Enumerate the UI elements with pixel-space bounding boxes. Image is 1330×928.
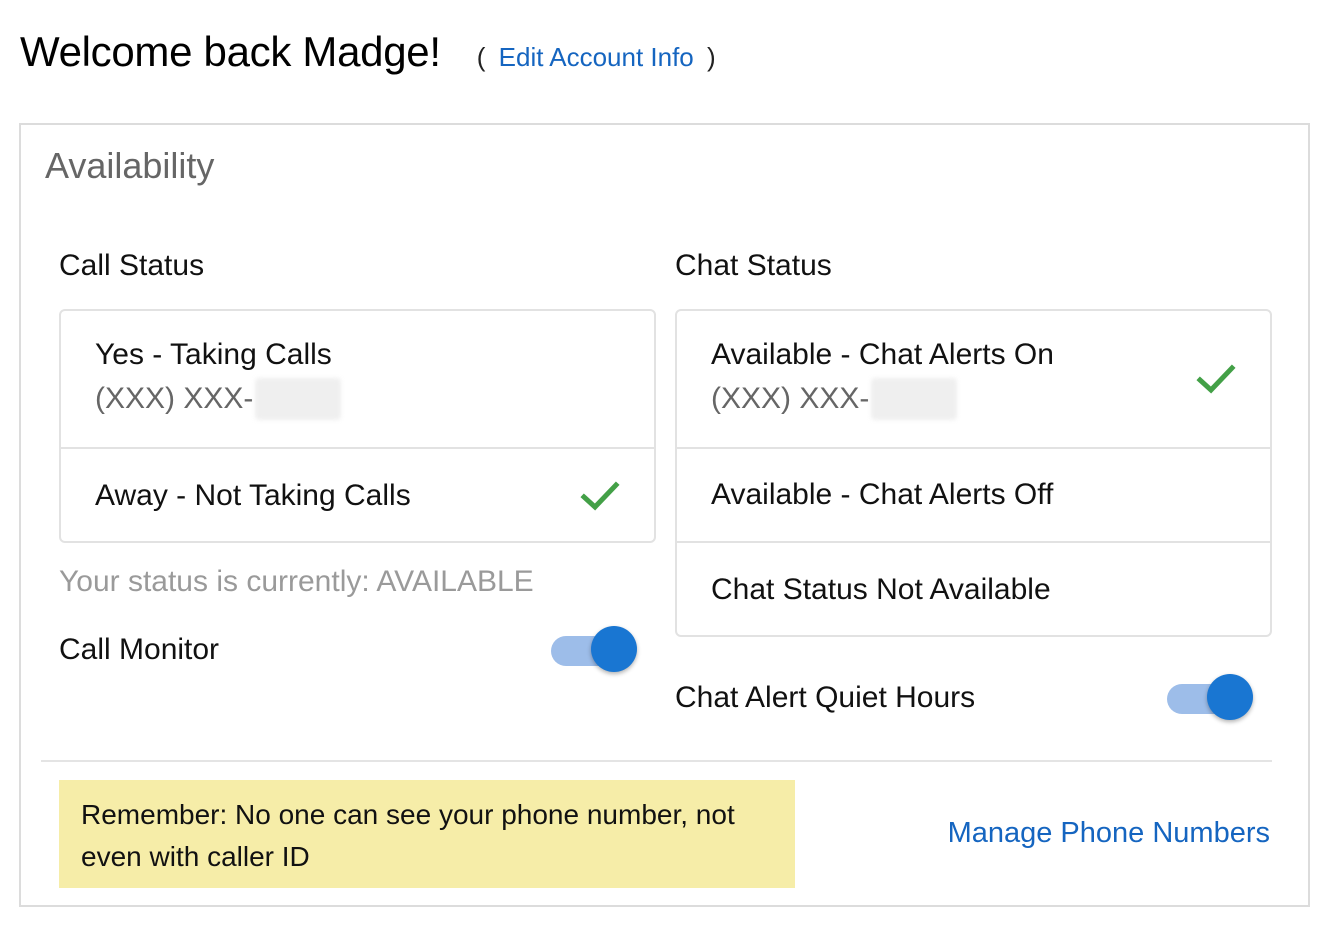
manage-phone-numbers-link[interactable]: Manage Phone Numbers xyxy=(948,817,1270,850)
chat-option-alerts-off[interactable]: Available - Chat Alerts Off xyxy=(677,449,1270,543)
call-status-title: Call Status xyxy=(59,249,205,282)
toggle-knob xyxy=(591,626,637,672)
redacted-number xyxy=(255,378,342,420)
call-option-away[interactable]: Away - Not Taking Calls xyxy=(61,449,654,541)
option-label: Available - Chat Alerts Off xyxy=(711,478,1054,511)
welcome-title: Welcome back Madge! xyxy=(20,28,441,75)
availability-panel: Availability Call Status Chat Status Yes… xyxy=(19,123,1310,907)
phone-prefix: (XXX) XXX- xyxy=(711,382,870,415)
call-status-options: Yes - Taking Calls (XXX) XXX- Away - Not… xyxy=(59,309,656,543)
call-monitor-toggle[interactable] xyxy=(549,626,637,674)
current-status-text: Your status is currently: AVAILABLE xyxy=(59,565,534,598)
chat-status-options: Available - Chat Alerts On (XXX) XXX- Av… xyxy=(675,309,1272,637)
chat-quiet-hours-label: Chat Alert Quiet Hours xyxy=(675,681,976,714)
edit-account-wrap: ( Edit Account Info ) xyxy=(477,42,716,73)
option-phone: (XXX) XXX- xyxy=(711,378,1270,420)
privacy-notice: Remember: No one can see your phone numb… xyxy=(59,780,795,888)
option-label: Away - Not Taking Calls xyxy=(95,479,411,512)
chat-status-title: Chat Status xyxy=(675,249,832,282)
check-icon xyxy=(580,481,620,511)
divider xyxy=(41,760,1272,762)
toggle-knob xyxy=(1207,674,1253,720)
redacted-number xyxy=(871,378,958,420)
option-label: Available - Chat Alerts On xyxy=(711,338,1054,371)
paren-open: ( xyxy=(476,42,486,72)
phone-prefix: (XXX) XXX- xyxy=(95,382,254,415)
check-icon xyxy=(1196,364,1236,394)
panel-title: Availability xyxy=(45,145,215,186)
option-phone: (XXX) XXX- xyxy=(95,378,654,420)
option-label: Chat Status Not Available xyxy=(711,573,1051,606)
welcome-header: Welcome back Madge! ( Edit Account Info … xyxy=(20,28,716,76)
paren-close: ) xyxy=(707,42,716,72)
edit-account-info-link[interactable]: Edit Account Info xyxy=(499,42,694,72)
chat-quiet-hours-toggle[interactable] xyxy=(1165,674,1253,722)
option-label: Yes - Taking Calls xyxy=(95,338,332,371)
chat-option-alerts-on[interactable]: Available - Chat Alerts On (XXX) XXX- xyxy=(677,311,1270,449)
call-option-taking-calls[interactable]: Yes - Taking Calls (XXX) XXX- xyxy=(61,311,654,449)
chat-quiet-hours-row: Chat Alert Quiet Hours xyxy=(675,673,1253,723)
call-monitor-label: Call Monitor xyxy=(59,633,220,666)
call-monitor-row: Call Monitor xyxy=(59,625,637,675)
chat-option-not-available[interactable]: Chat Status Not Available xyxy=(677,543,1270,635)
